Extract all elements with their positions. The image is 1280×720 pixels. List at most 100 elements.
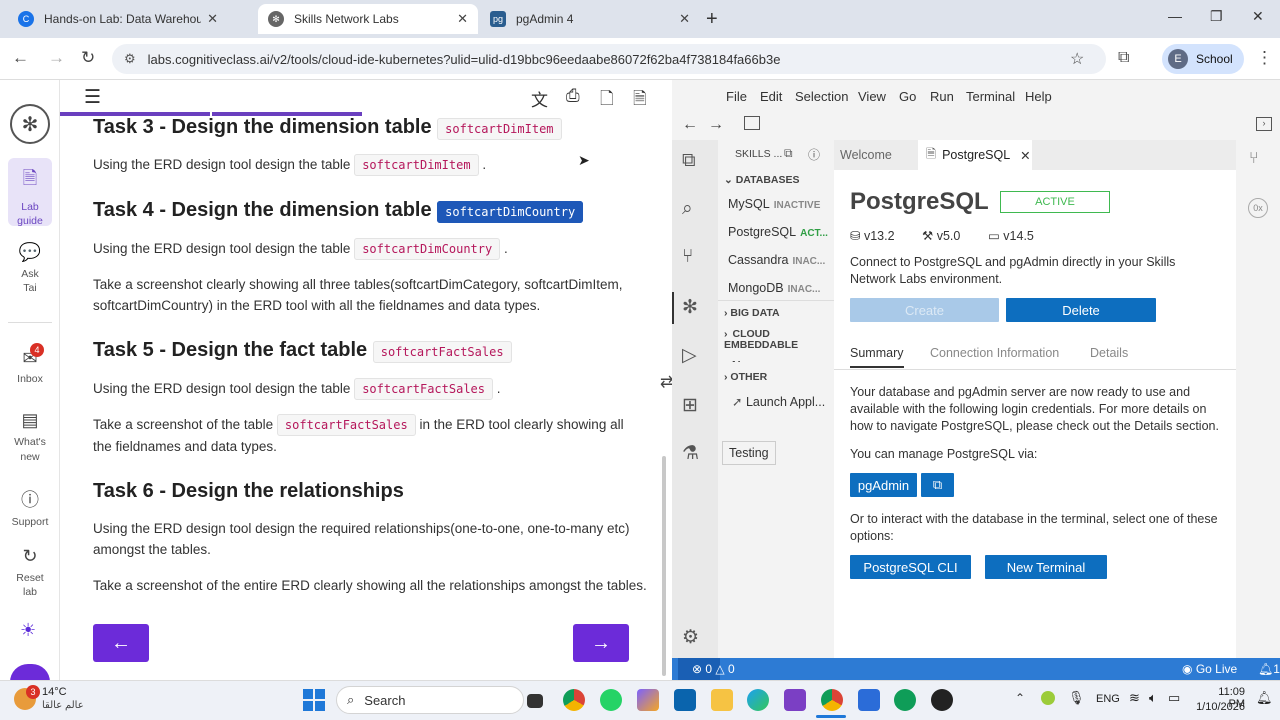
add-note-icon[interactable]: 🗋 (600, 86, 614, 115)
battery-icon[interactable]: ▭ (1168, 690, 1180, 706)
print-icon[interactable]: ⎙ (566, 86, 580, 106)
source-control-icon[interactable]: ⑂ (682, 246, 693, 268)
new-terminal-button[interactable]: New Terminal (985, 555, 1107, 579)
translate-icon[interactable]: 文 (531, 86, 548, 111)
chrome-app-icon[interactable] (894, 689, 916, 711)
toggle-panel-icon[interactable]: › (1256, 117, 1272, 131)
menu-file[interactable]: File (726, 89, 747, 104)
databases-section[interactable]: ⌄ DATABASES (724, 174, 800, 186)
tray-app-icon[interactable] (1041, 691, 1055, 705)
support-button[interactable]: ⓘ Support (0, 486, 60, 528)
close-icon[interactable]: ✕ (207, 11, 218, 27)
taskbar-search[interactable]: ⌕ Search (336, 686, 524, 714)
postgresql-cli-button[interactable]: PostgreSQL CLI (850, 555, 971, 579)
file-manager-icon[interactable] (527, 694, 543, 708)
edge-icon[interactable] (747, 689, 769, 711)
minimize-icon[interactable]: — (1168, 8, 1182, 24)
maximize-icon[interactable]: ❐ (1210, 8, 1223, 25)
folder-icon[interactable] (711, 689, 733, 711)
notepad-icon[interactable] (858, 689, 880, 711)
close-window-icon[interactable]: ✕ (1252, 8, 1264, 25)
extensions-icon[interactable]: ⧉ (1118, 49, 1129, 67)
start-windows-icon[interactable] (303, 689, 325, 711)
source-tree-icon[interactable]: ⑂ (1249, 150, 1259, 168)
explorer-icon[interactable]: ⧉ (682, 150, 696, 172)
url-input[interactable]: ⚙ labs.cognitiveclass.ai/v2/tools/cloud-… (112, 44, 1106, 74)
forward-icon[interactable]: → (708, 116, 724, 134)
db-item-mysql[interactable]: MySQL INACTIVE (728, 197, 820, 211)
copilot-icon[interactable] (637, 689, 659, 711)
reload-icon[interactable]: ↻ (81, 48, 95, 68)
site-info-icon[interactable]: ⚙ (124, 51, 136, 67)
menu-terminal[interactable]: Terminal (966, 89, 1015, 104)
skills-network-icon[interactable]: ✻ (682, 296, 698, 319)
skills-network-logo[interactable]: ✻ (10, 104, 50, 144)
next-page-button[interactable]: → (573, 624, 629, 662)
menu-edit[interactable]: Edit (760, 89, 782, 104)
close-icon[interactable]: ✕ (1020, 148, 1030, 163)
tab-postgresql[interactable]: 🗎 PostgreSQL ✕ (918, 140, 1032, 170)
microphone-icon[interactable]: 🎙︎ (1068, 690, 1085, 706)
bookmark-star-icon[interactable]: ☆ (1070, 49, 1084, 69)
weather-temp[interactable]: 14°C (42, 686, 67, 698)
menu-selection[interactable]: Selection (795, 89, 848, 104)
new-tab-icon[interactable]: + (706, 8, 718, 31)
menu-view[interactable]: View (858, 89, 886, 104)
create-button[interactable]: Create (850, 298, 999, 322)
browser-tab-1[interactable]: C Hands-on Lab: Data Warehousing ✕ (8, 4, 228, 34)
back-icon[interactable]: ← (682, 116, 698, 134)
volume-icon[interactable]: 🔈︎ (1149, 690, 1157, 706)
show-hidden-icons[interactable]: ⌃ (1015, 691, 1025, 705)
extensions-icon[interactable]: ⊞ (682, 394, 698, 417)
chrome-icon[interactable] (563, 689, 585, 711)
tab-welcome[interactable]: Welcome (834, 140, 918, 170)
go-live-button[interactable]: ◉ Go Live (1182, 662, 1237, 676)
close-icon[interactable]: ✕ (679, 11, 690, 27)
toggle-sidebar-icon[interactable] (744, 116, 760, 130)
back-icon[interactable]: ← (12, 48, 29, 68)
cloud-embeddable-section[interactable]: › CLOUD EMBEDDABLE (724, 329, 824, 351)
big-data-section[interactable]: › BIG DATA (724, 307, 780, 319)
previous-page-button[interactable]: ← (93, 624, 149, 662)
close-icon[interactable]: ✕ (457, 11, 468, 27)
app-icon[interactable] (931, 689, 953, 711)
hex-icon[interactable]: 0x (1248, 198, 1268, 218)
delete-button[interactable]: Delete (1006, 298, 1156, 322)
profile-button[interactable]: E School (1162, 44, 1244, 74)
db-item-postgresql[interactable]: PostgreSQL ACT... (728, 225, 828, 239)
theme-toggle-icon[interactable]: ☀ (20, 620, 36, 641)
chrome-profile-icon[interactable] (821, 689, 843, 711)
lab-guide-button[interactable]: 🗎 Lab guide (8, 158, 52, 227)
collapse-all-icon[interactable]: ⧉ (784, 146, 793, 161)
language-indicator[interactable]: ENG (1096, 693, 1120, 705)
ask-tai-button[interactable]: 💬 Ask Tai (0, 242, 60, 295)
menu-help[interactable]: Help (1025, 89, 1052, 104)
tab-connection-information[interactable]: Connection Information (930, 346, 1059, 360)
table-of-contents-icon[interactable]: ☰ (84, 86, 101, 109)
menu-go[interactable]: Go (899, 89, 916, 104)
whatsapp-icon[interactable] (600, 689, 622, 711)
reset-lab-button[interactable]: ↻ Reset lab (0, 546, 60, 599)
external-link-icon[interactable]: ⧉ (921, 473, 954, 497)
other-section[interactable]: › OTHER (724, 371, 767, 383)
help-icon[interactable]: ⓘ (808, 146, 820, 163)
notes-icon[interactable]: 🗎 (633, 86, 647, 115)
db-item-cassandra[interactable]: Cassandra INAC... (728, 253, 825, 267)
outlook-icon[interactable] (674, 689, 696, 711)
testing-icon[interactable]: ⚗ (682, 442, 699, 465)
search-icon[interactable]: ⌕ (682, 198, 693, 220)
menu-run[interactable]: Run (930, 89, 954, 104)
problems-count[interactable]: ⊗ 0 △ 0 (692, 662, 735, 676)
clock-date[interactable]: 1/10/2026 (1193, 701, 1245, 713)
browser-menu-icon[interactable]: ⋮ (1256, 48, 1273, 68)
settings-gear-icon[interactable]: ⚙ (682, 626, 699, 649)
whats-new-button[interactable]: ▤ What's new (0, 410, 60, 465)
notifications-icon[interactable]: 🔔︎ (1256, 690, 1273, 706)
run-debug-icon[interactable]: ▷ (682, 344, 697, 367)
notifications[interactable]: 🔔︎1 (1258, 662, 1280, 676)
scrollbar[interactable] (662, 456, 666, 676)
pgadmin-button[interactable]: pgAdmin (850, 473, 917, 497)
visual-studio-icon[interactable] (784, 689, 806, 711)
db-item-mongodb[interactable]: MongoDB INAC... (728, 281, 820, 295)
launch-application-item[interactable]: ➚ Launch Appl... (732, 394, 825, 409)
